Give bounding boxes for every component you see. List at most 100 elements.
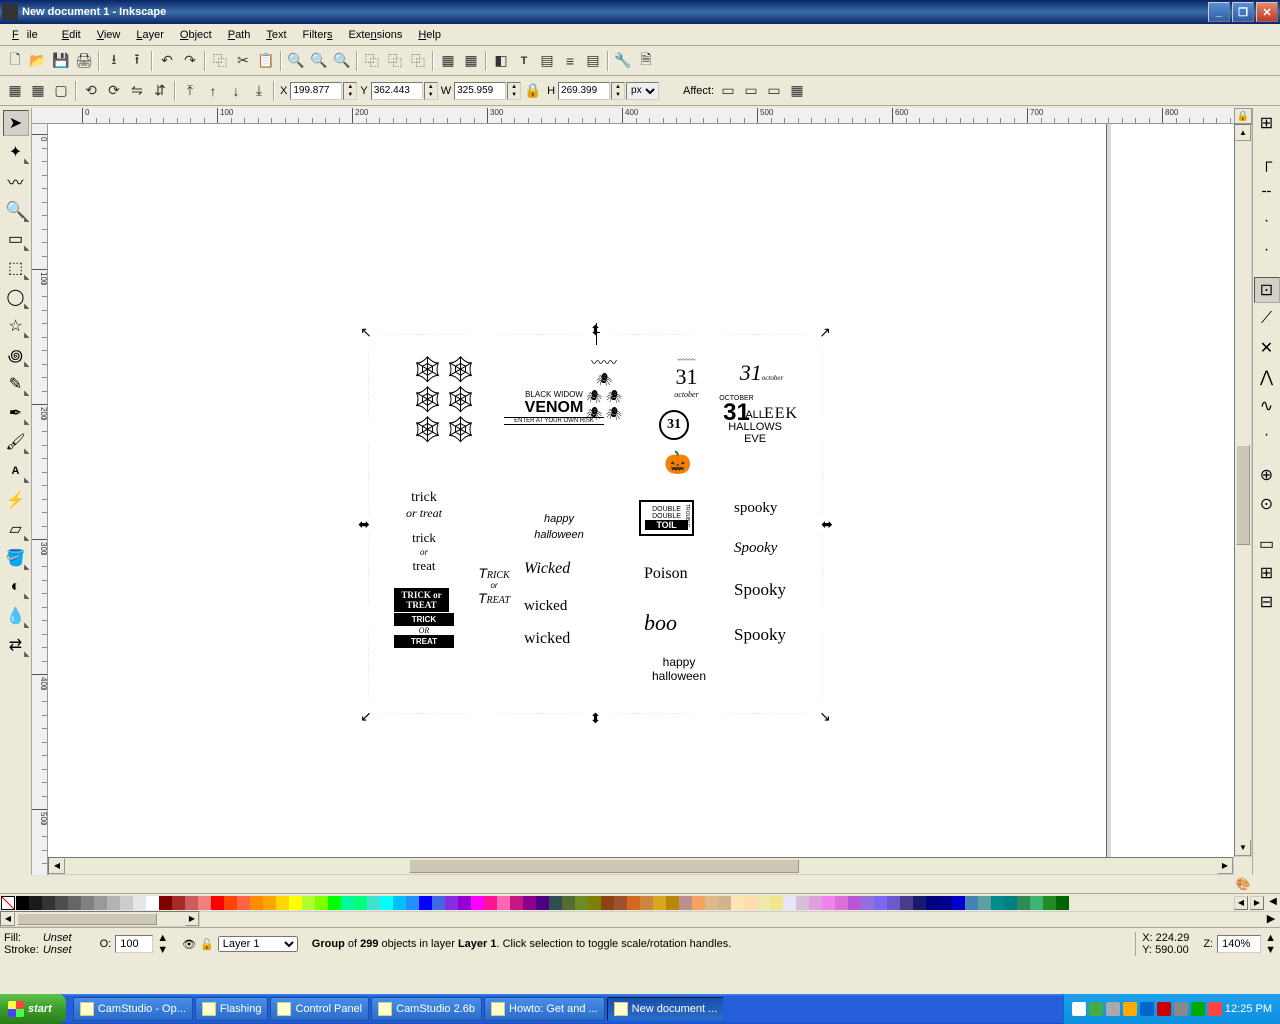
clock[interactable]: 12:25 PM bbox=[1225, 1003, 1272, 1015]
palette-scroll-right[interactable]: ▶ bbox=[1250, 896, 1264, 910]
zoom-page-button[interactable]: 🔍 bbox=[331, 50, 353, 72]
tray-icon[interactable] bbox=[1106, 1002, 1120, 1016]
horizontal-ruler[interactable]: 0100200300400500600700800 bbox=[32, 108, 1234, 124]
taskbar-button[interactable]: Control Panel bbox=[270, 997, 369, 1021]
taskbar-button[interactable]: CamStudio - Op... bbox=[73, 997, 193, 1021]
eraser-tool[interactable]: ▱◣ bbox=[3, 516, 29, 542]
selection-bounding-box[interactable]: ↖ ↗ ↙ ↘ ⬍ ⬍ ⬌ ⬌ 🕸🕸🕸🕸🕸🕸 BLACK WIDOW VENOM… bbox=[368, 334, 823, 714]
menu-path[interactable]: Path bbox=[220, 27, 259, 43]
snap-page-button[interactable]: ▭ bbox=[1254, 531, 1280, 557]
color-swatch[interactable] bbox=[562, 896, 575, 910]
print-button[interactable]: 🖨 bbox=[73, 50, 95, 72]
menu-text[interactable]: Text bbox=[258, 27, 294, 43]
color-swatch[interactable] bbox=[1056, 896, 1069, 910]
color-swatch[interactable] bbox=[133, 896, 146, 910]
new-document-button[interactable]: 🗋 bbox=[4, 50, 26, 72]
color-swatch[interactable] bbox=[757, 896, 770, 910]
color-swatch[interactable] bbox=[692, 896, 705, 910]
scroll-left-button[interactable]: ◀ bbox=[49, 858, 65, 874]
opacity-value[interactable]: 100 bbox=[120, 938, 138, 950]
group-button[interactable]: ▦ bbox=[437, 50, 459, 72]
color-swatch[interactable] bbox=[900, 896, 913, 910]
color-swatch[interactable] bbox=[263, 896, 276, 910]
zoom-spinner[interactable]: ▲▼ bbox=[1265, 932, 1276, 956]
start-button[interactable]: start bbox=[0, 994, 66, 1024]
menu-object[interactable]: Object bbox=[172, 27, 220, 43]
align-dialog-button[interactable]: ≡ bbox=[559, 50, 581, 72]
spiral-tool[interactable]: ꩜◣ bbox=[3, 342, 29, 368]
color-swatch[interactable] bbox=[1043, 896, 1056, 910]
flip-horizontal-button[interactable]: ⇋ bbox=[126, 80, 148, 102]
zoom-drawing-button[interactable]: 🔍 bbox=[308, 50, 330, 72]
canvas[interactable]: ↖ ↗ ↙ ↘ ⬍ ⬍ ⬌ ⬌ 🕸🕸🕸🕸🕸🕸 BLACK WIDOW VENOM… bbox=[48, 124, 1234, 875]
snap-rotation-button[interactable]: ⊙ bbox=[1254, 491, 1280, 517]
tray-icon[interactable] bbox=[1072, 1002, 1086, 1016]
tray-icon[interactable] bbox=[1140, 1002, 1154, 1016]
w-spinner[interactable]: ▲▼ bbox=[507, 82, 521, 100]
color-swatch[interactable] bbox=[809, 896, 822, 910]
snap-grid-button[interactable]: ⊞ bbox=[1254, 560, 1280, 586]
color-swatch[interactable] bbox=[731, 896, 744, 910]
scale-handle-bl[interactable]: ↙ bbox=[359, 709, 373, 723]
fill-stroke-values[interactable]: Unset Unset bbox=[43, 932, 72, 956]
tray-icon[interactable] bbox=[1157, 1002, 1171, 1016]
rotate-ccw-button[interactable]: ⟲ bbox=[80, 80, 102, 102]
flip-vertical-button[interactable]: ⇵ bbox=[149, 80, 171, 102]
selector-tool[interactable]: ➤ bbox=[3, 110, 29, 136]
lower-bottom-button[interactable]: ⤓ bbox=[248, 80, 270, 102]
snap-intersection-button[interactable]: ✕ bbox=[1254, 335, 1280, 361]
swatch-none[interactable] bbox=[1, 896, 15, 910]
taskbar-button[interactable]: Flashing bbox=[195, 997, 269, 1021]
tray-icon[interactable] bbox=[1123, 1002, 1137, 1016]
save-button[interactable]: 💾 bbox=[50, 50, 72, 72]
window-maximize-button[interactable]: ❐ bbox=[1232, 2, 1254, 22]
hscroll-thumb[interactable] bbox=[409, 859, 799, 873]
color-swatch[interactable] bbox=[471, 896, 484, 910]
undo-button[interactable]: ↶ bbox=[156, 50, 178, 72]
ungroup-button[interactable]: ▦ bbox=[460, 50, 482, 72]
color-swatch[interactable] bbox=[523, 896, 536, 910]
scale-handle-l[interactable]: ⬌ bbox=[357, 517, 371, 531]
color-swatch[interactable] bbox=[107, 896, 120, 910]
color-swatch[interactable] bbox=[549, 896, 562, 910]
color-swatch[interactable] bbox=[81, 896, 94, 910]
window-close-button[interactable]: ✕ bbox=[1256, 2, 1278, 22]
color-swatch[interactable] bbox=[939, 896, 952, 910]
unit-select[interactable]: px bbox=[626, 82, 659, 100]
snap-center-button[interactable]: ⊕ bbox=[1254, 462, 1280, 488]
scale-handle-b[interactable]: ⬍ bbox=[589, 711, 603, 725]
color-swatch[interactable] bbox=[380, 896, 393, 910]
xml-editor-button[interactable]: ▤ bbox=[536, 50, 558, 72]
color-swatch[interactable] bbox=[315, 896, 328, 910]
fill-stroke-button[interactable]: ◧ bbox=[490, 50, 512, 72]
color-swatch[interactable] bbox=[224, 896, 237, 910]
color-swatch[interactable] bbox=[679, 896, 692, 910]
sec-scroll-thumb[interactable] bbox=[17, 913, 157, 925]
layer-select[interactable]: Layer 1 bbox=[218, 936, 298, 952]
color-swatch[interactable] bbox=[770, 896, 783, 910]
color-swatch[interactable] bbox=[718, 896, 731, 910]
color-swatch[interactable] bbox=[354, 896, 367, 910]
scale-handle-br[interactable]: ↘ bbox=[818, 709, 832, 723]
paint-bucket-tool[interactable]: 🪣◣ bbox=[3, 545, 29, 571]
color-swatch[interactable] bbox=[861, 896, 874, 910]
deselect-button[interactable]: ▢ bbox=[50, 80, 72, 102]
pencil-tool[interactable]: ✎◣ bbox=[3, 371, 29, 397]
x-input[interactable] bbox=[290, 82, 342, 100]
zoom-fit-button[interactable]: 🔍 bbox=[285, 50, 307, 72]
color-swatch[interactable] bbox=[445, 896, 458, 910]
zoom-value[interactable]: 140% bbox=[1222, 938, 1250, 950]
scale-handle-tl[interactable]: ↖ bbox=[359, 325, 373, 339]
color-swatch[interactable] bbox=[29, 896, 42, 910]
duplicate-button[interactable]: ⿻ bbox=[361, 50, 383, 72]
color-swatch[interactable] bbox=[952, 896, 965, 910]
color-swatch[interactable] bbox=[250, 896, 263, 910]
snap-midpoint-button[interactable]: · bbox=[1254, 422, 1280, 448]
snap-cusp-button[interactable]: ⋀ bbox=[1254, 364, 1280, 390]
zoom-tool[interactable]: 🔍◣ bbox=[3, 197, 29, 223]
affect-corners-button[interactable]: ▭ bbox=[740, 80, 762, 102]
color-swatch[interactable] bbox=[588, 896, 601, 910]
affect-gradient-button[interactable]: ▭ bbox=[763, 80, 785, 102]
rotate-cw-button[interactable]: ⟳ bbox=[103, 80, 125, 102]
color-swatch[interactable] bbox=[55, 896, 68, 910]
